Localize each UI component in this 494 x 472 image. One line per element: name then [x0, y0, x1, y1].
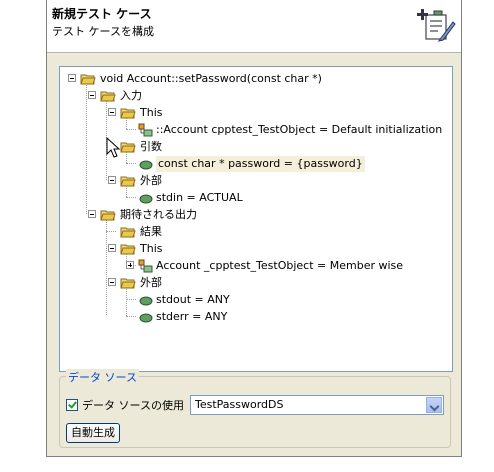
- tree-item-label: stderr = ANY: [156, 310, 228, 323]
- use-data-source-label[interactable]: データ ソースの使用: [82, 397, 184, 413]
- tree-item-label: void Account::setPassword(const char *): [100, 72, 322, 85]
- collapse-toggle[interactable]: [88, 91, 96, 99]
- open-folder-icon: [120, 108, 136, 119]
- chevron-down-icon[interactable]: [426, 397, 442, 413]
- collapse-toggle[interactable]: [108, 176, 116, 184]
- value-icon: [139, 296, 153, 306]
- tree-item-label: 外部: [140, 174, 162, 187]
- data-source-select[interactable]: TestPasswordDS: [190, 395, 444, 415]
- tree-line: [126, 316, 136, 317]
- tree-item-label: const char * password = {password}: [156, 156, 365, 172]
- value-icon: [139, 313, 153, 323]
- collapse-toggle[interactable]: [108, 244, 116, 252]
- tree-item-label: ::Account cpptest_TestObject = Default i…: [156, 123, 443, 136]
- class-object-icon: [138, 123, 153, 137]
- page-title: 新規テスト ケース: [52, 7, 152, 21]
- tree-line: [126, 197, 136, 198]
- new-test-case-icon: [417, 9, 456, 42]
- open-folder-icon: [100, 91, 116, 102]
- group-title: データ ソース: [66, 369, 139, 385]
- page-description: テスト ケースを構成: [52, 25, 154, 38]
- class-object-icon: [138, 259, 153, 273]
- tree-item-label: Account _cpptest_TestObject = Member wis…: [156, 259, 404, 272]
- tree-item-label: 結果: [140, 225, 162, 238]
- tree-item-label: stdin = ACTUAL: [156, 191, 243, 204]
- open-folder-icon: [100, 210, 116, 221]
- tree-item-label: This: [140, 106, 163, 119]
- expand-toggle[interactable]: [126, 261, 134, 269]
- open-folder-icon: [80, 74, 96, 85]
- tree-line: [126, 287, 127, 316]
- value-icon: [139, 194, 153, 204]
- tree-line: [126, 129, 136, 130]
- value-icon: [139, 160, 153, 170]
- open-folder-icon: [120, 227, 136, 238]
- tree-item-label: 入力: [120, 89, 142, 102]
- collapse-toggle[interactable]: [108, 108, 116, 116]
- tree-line: [126, 299, 136, 300]
- tree-line: [106, 219, 107, 315]
- tree-line: [106, 231, 116, 232]
- tree-item-label: 引数: [140, 140, 162, 153]
- open-folder-icon: [120, 278, 136, 289]
- tree-item-label: This: [140, 242, 163, 255]
- test-case-tree[interactable]: void Account::setPassword(const char *) …: [59, 66, 453, 372]
- collapse-toggle[interactable]: [88, 210, 96, 218]
- tree-item-label: 外部: [140, 276, 162, 289]
- open-folder-icon: [120, 176, 136, 187]
- open-folder-icon: [120, 244, 136, 255]
- tree-line: [126, 163, 136, 164]
- collapse-toggle[interactable]: [108, 278, 116, 286]
- wizard-dialog: 新規テスト ケース テスト ケースを構成 void Account::setPa…: [46, 0, 462, 457]
- tree-line: [86, 85, 87, 214]
- wizard-header: 新規テスト ケース テスト ケースを構成: [47, 0, 461, 53]
- use-data-source-checkbox[interactable]: [66, 399, 78, 411]
- collapse-toggle[interactable]: [68, 74, 76, 82]
- open-folder-icon: [120, 142, 136, 153]
- tree-item-label: 期待される出力: [120, 208, 197, 221]
- mouse-cursor-icon: [106, 137, 121, 158]
- tree-item-label: stdout = ANY: [156, 293, 230, 306]
- auto-generate-button[interactable]: 自動生成: [66, 423, 120, 443]
- selected-data-source: TestPasswordDS: [195, 398, 284, 411]
- data-source-group: データ ソース データ ソースの使用 TestPasswordDS 自動生成: [59, 369, 451, 448]
